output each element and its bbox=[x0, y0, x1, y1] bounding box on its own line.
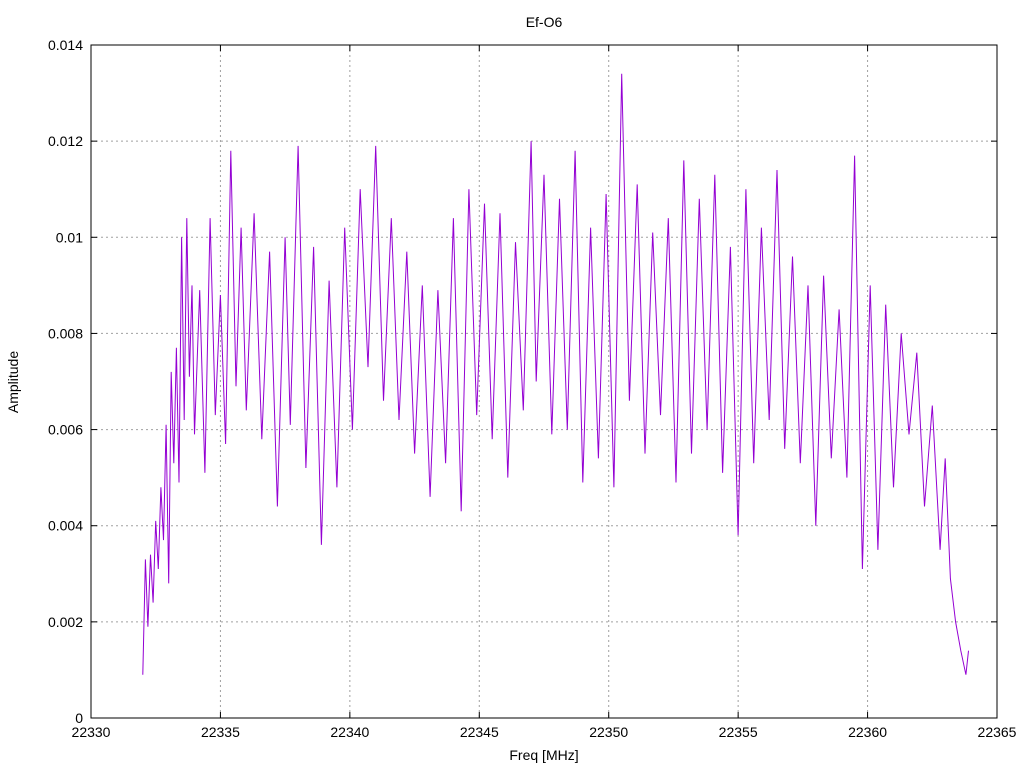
chart: Ef-O6 22330 22335 22340 22345 22350 22355 2236… bbox=[0, 0, 1024, 768]
x-tick-label: 22335 bbox=[201, 724, 240, 740]
x-axis-title: Freq [MHz] bbox=[509, 747, 578, 763]
series-layer bbox=[142, 73, 969, 675]
y-tick-label: 0.004 bbox=[48, 518, 83, 534]
y-tick-label: 0.012 bbox=[48, 133, 83, 149]
x-tick-label: 22365 bbox=[978, 724, 1017, 740]
y-tick-label: 0.008 bbox=[48, 325, 83, 341]
chart-title: Ef-O6 bbox=[526, 14, 563, 30]
x-tick-label: 22330 bbox=[72, 724, 111, 740]
x-tick-label: 22355 bbox=[719, 724, 758, 740]
x-tick-label: 22360 bbox=[848, 724, 887, 740]
y-tick-label: 0 bbox=[75, 710, 83, 726]
y-tick-label: 0.01 bbox=[56, 229, 83, 245]
series-line bbox=[142, 73, 969, 675]
y-tick-label: 0.014 bbox=[48, 37, 83, 53]
y-tick-label: 0.002 bbox=[48, 614, 83, 630]
x-tick-label: 22345 bbox=[460, 724, 499, 740]
y-axis-title: Amplitude bbox=[5, 351, 21, 413]
x-tick-label: 22350 bbox=[589, 724, 628, 740]
x-tick-label: 22340 bbox=[330, 724, 369, 740]
y-tick-label: 0.006 bbox=[48, 422, 83, 438]
chart-svg: Ef-O6 22330 22335 22340 22345 22350 22355 2236… bbox=[5, 14, 1017, 763]
